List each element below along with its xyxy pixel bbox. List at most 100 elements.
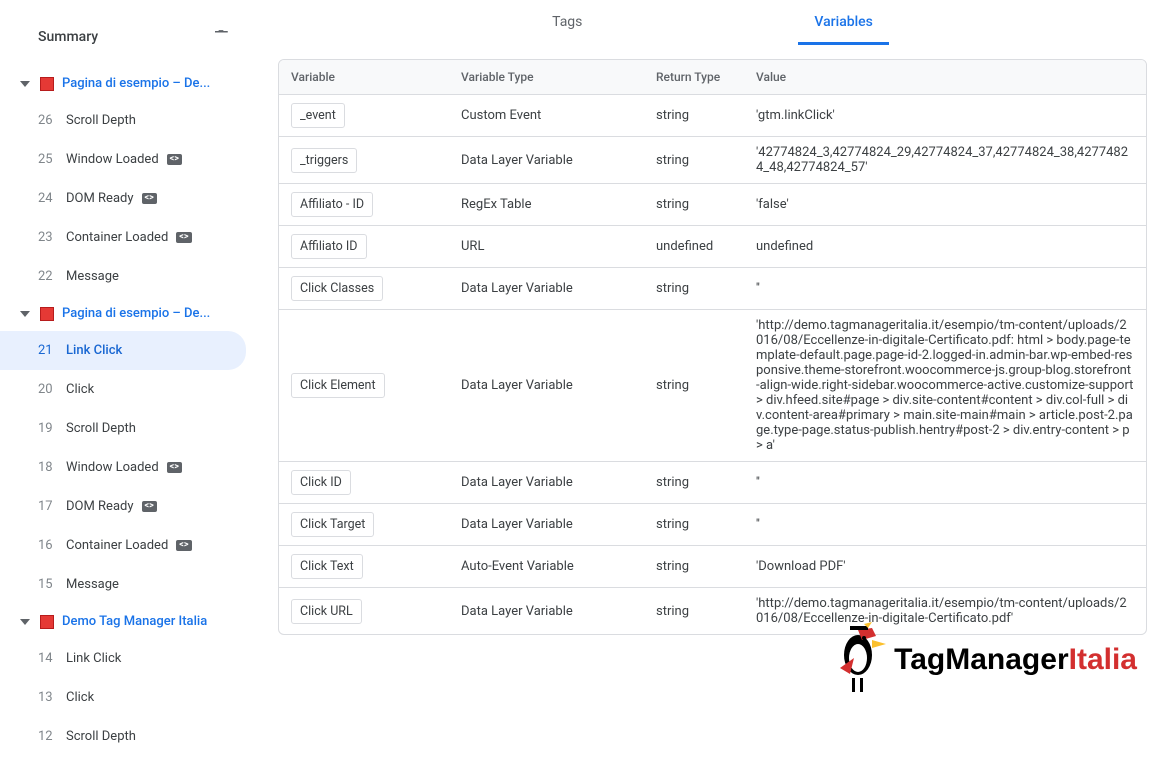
table-row[interactable]: Click ElementData Layer Variablestring'h… xyxy=(279,310,1146,462)
variable-chip[interactable]: Click Text xyxy=(291,554,363,579)
event-label: DOM Ready xyxy=(66,499,134,514)
variable-chip[interactable]: Click Target xyxy=(291,512,374,537)
cell-return-type: string xyxy=(644,273,744,304)
sidebar-event-item[interactable]: 23Container Loaded<> xyxy=(0,218,258,257)
sidebar-group-header[interactable]: Pagina di esempio – De... xyxy=(0,66,258,101)
event-number: 15 xyxy=(38,577,60,592)
cell-value: 'gtm.linkClick' xyxy=(744,100,1146,131)
sidebar-event-item[interactable]: 13Click xyxy=(0,678,258,717)
cell-return-type: string xyxy=(644,145,744,176)
variable-chip[interactable]: _event xyxy=(291,103,345,128)
sidebar-event-item[interactable]: 14Link Click xyxy=(0,639,258,678)
cell-return-type: string xyxy=(644,551,744,582)
cell-variable: Affiliato - ID xyxy=(279,184,449,225)
table-body: _eventCustom Eventstring'gtm.linkClick'_… xyxy=(279,95,1146,634)
col-variable-type: Variable Type xyxy=(449,60,644,94)
cell-value: '' xyxy=(744,509,1146,540)
sidebar: Summary Pagina di esempio – De... 26Scrol… xyxy=(0,0,258,756)
event-number: 20 xyxy=(38,382,60,397)
cell-variable: Affiliato ID xyxy=(279,226,449,267)
page-status-icon xyxy=(40,615,54,629)
sidebar-event-item[interactable]: 25 Window Loaded <> xyxy=(0,140,258,179)
event-label: Container Loaded xyxy=(66,538,168,553)
variable-chip[interactable]: _triggers xyxy=(291,148,357,173)
variable-chip[interactable]: Click ID xyxy=(291,470,351,495)
sidebar-event-item[interactable]: 12Scroll Depth xyxy=(0,717,258,756)
variables-table: Variable Variable Type Return Type Value… xyxy=(278,59,1147,635)
col-variable: Variable xyxy=(279,60,449,94)
summary-label: Summary xyxy=(38,29,98,45)
sidebar-event-item[interactable]: 21Link Click xyxy=(0,331,246,370)
cell-value: undefined xyxy=(744,231,1146,262)
api-badge-icon: <> xyxy=(167,154,182,165)
table-row[interactable]: Click ClassesData Layer Variablestring'' xyxy=(279,268,1146,310)
sidebar-event-item[interactable]: 26Scroll Depth xyxy=(0,101,258,140)
event-label: Link Click xyxy=(66,651,121,666)
cell-variable-type: Data Layer Variable xyxy=(449,145,644,176)
variable-chip[interactable]: Affiliato - ID xyxy=(291,192,373,217)
event-label: Scroll Depth xyxy=(66,113,136,128)
variable-chip[interactable]: Click URL xyxy=(291,599,362,624)
summary-row[interactable]: Summary xyxy=(0,8,258,66)
event-number: 21 xyxy=(38,343,60,358)
variable-chip[interactable]: Click Element xyxy=(291,373,385,398)
sidebar-event-item[interactable]: 24DOM Ready<> xyxy=(0,179,258,218)
caret-down-icon xyxy=(20,309,30,319)
event-number: 18 xyxy=(38,460,60,475)
sidebar-group-title: Pagina di esempio – De... xyxy=(62,76,210,91)
api-badge-icon: <> xyxy=(167,462,182,473)
table-row[interactable]: Click TargetData Layer Variablestring'' xyxy=(279,504,1146,546)
sidebar-groups: Pagina di esempio – De...26Scroll Depth2… xyxy=(0,66,258,756)
event-number: 23 xyxy=(38,230,60,245)
cell-value: 'Download PDF' xyxy=(744,551,1146,582)
clear-events-icon[interactable] xyxy=(212,28,230,46)
cell-variable: _triggers xyxy=(279,140,449,181)
event-number: 25 xyxy=(38,152,60,167)
cell-value: 'http://demo.tagmanageritalia.it/esempio… xyxy=(744,310,1146,461)
sidebar-event-item[interactable]: 17DOM Ready<> xyxy=(0,487,258,526)
app-root: Summary Pagina di esempio – De... 26Scrol… xyxy=(0,0,1167,756)
variable-chip[interactable]: Click Classes xyxy=(291,276,383,301)
event-label: DOM Ready xyxy=(66,191,134,206)
sidebar-group-header[interactable]: Demo Tag Manager Italia xyxy=(0,604,258,639)
table-row[interactable]: Affiliato IDURLundefinedundefined xyxy=(279,226,1146,268)
event-label: Click xyxy=(66,382,94,397)
sidebar-event-item[interactable]: 20 Click xyxy=(0,370,258,409)
table-row[interactable]: _triggers Data Layer Variablestring'42774… xyxy=(279,137,1146,184)
cell-variable: Click URL xyxy=(279,591,449,632)
event-number: 16 xyxy=(38,538,60,553)
sidebar-event-item[interactable]: 19Scroll Depth xyxy=(0,409,258,448)
event-label: Message xyxy=(66,577,119,592)
col-return-type: Return Type xyxy=(644,60,744,94)
cell-return-type: undefined xyxy=(644,231,744,262)
cell-variable: Click Text xyxy=(279,546,449,587)
cell-variable-type: Auto-Event Variable xyxy=(449,551,644,582)
tab-tags[interactable]: Tags xyxy=(536,0,598,45)
sidebar-event-item[interactable]: 22Message xyxy=(0,257,258,296)
table-row[interactable]: Click Text Auto-Event Variablestring'Down… xyxy=(279,546,1146,588)
variable-chip[interactable]: Affiliato ID xyxy=(291,234,367,259)
sidebar-event-item[interactable]: 18Window Loaded<> xyxy=(0,448,258,487)
sidebar-group-title: Demo Tag Manager Italia xyxy=(62,614,207,629)
cell-variable: _event xyxy=(279,95,449,136)
cell-value: '42774824_3,42774824_29,42774824_37,4277… xyxy=(744,137,1146,183)
cell-return-type: string xyxy=(644,189,744,220)
event-label: Scroll Depth xyxy=(66,729,136,744)
brand-logo: TagManagerItalia xyxy=(828,620,1137,700)
main-panel: Tags Variables Variable Variable Type Re… xyxy=(258,0,1167,756)
cell-variable: Click ID xyxy=(279,462,449,503)
sidebar-event-item[interactable]: 16Container Loaded<> xyxy=(0,526,258,565)
table-row[interactable]: _eventCustom Eventstring'gtm.linkClick' xyxy=(279,95,1146,137)
table-row[interactable]: Click IDData Layer Variablestring'' xyxy=(279,462,1146,504)
caret-down-icon xyxy=(20,79,30,89)
event-label: Window Loaded xyxy=(66,152,159,167)
table-row[interactable]: Affiliato - IDRegEx Tablestring'false' xyxy=(279,184,1146,226)
table-header: Variable Variable Type Return Type Value xyxy=(279,60,1146,95)
cell-variable-type: Data Layer Variable xyxy=(449,370,644,401)
tab-variables[interactable]: Variables xyxy=(798,0,888,45)
cell-return-type: string xyxy=(644,596,744,627)
woodpecker-icon xyxy=(828,620,888,700)
sidebar-group-header[interactable]: Pagina di esempio – De... xyxy=(0,296,258,331)
cell-return-type: string xyxy=(644,467,744,498)
sidebar-event-item[interactable]: 15 Message xyxy=(0,565,258,604)
